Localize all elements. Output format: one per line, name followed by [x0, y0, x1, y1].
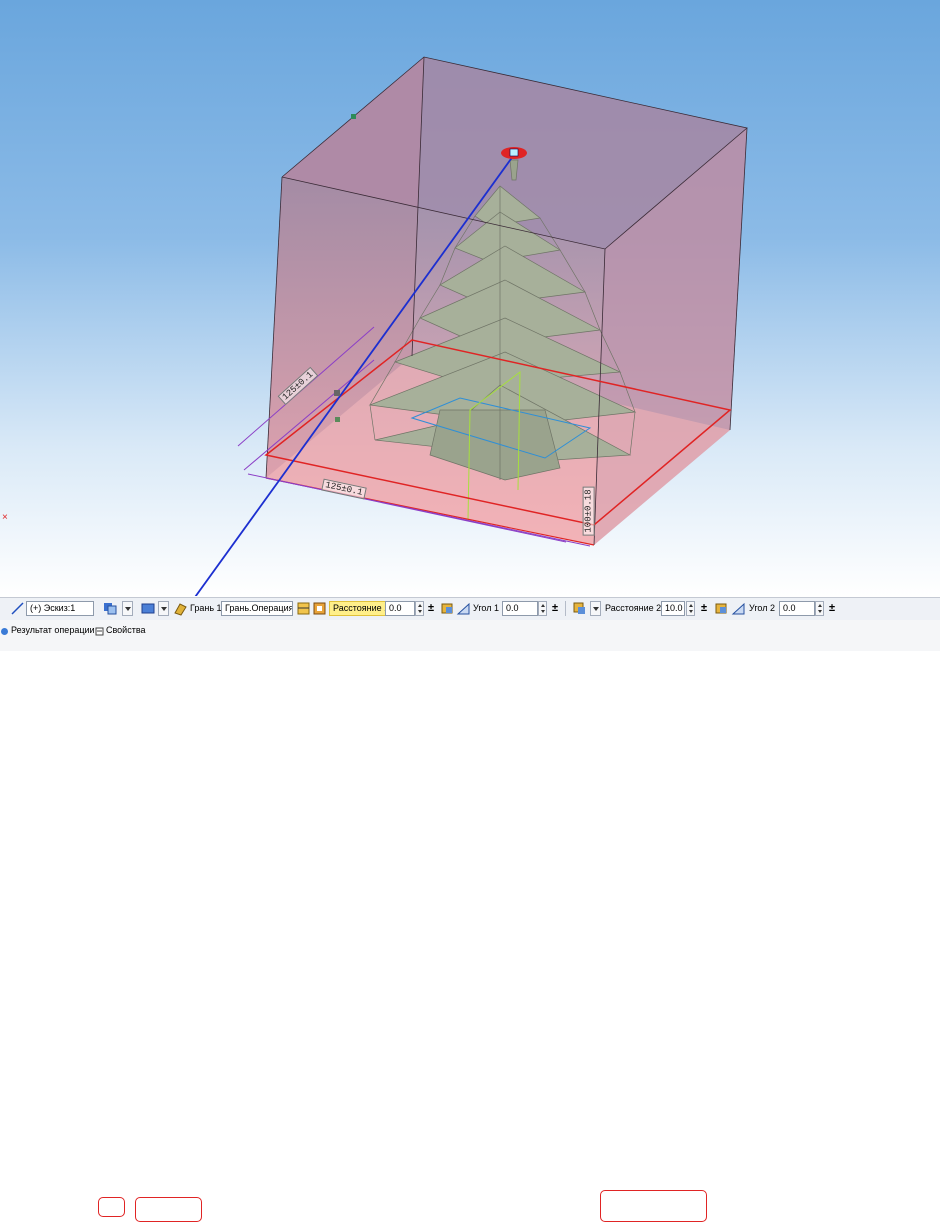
tab-properties[interactable]: Свойства [95, 623, 146, 637]
angle-icon[interactable] [456, 601, 471, 616]
angle2-tolerance-button[interactable]: ± [826, 601, 838, 616]
angle2-input[interactable]: 0.0 [779, 601, 815, 616]
distance2-label[interactable]: Расстояние 2 [605, 601, 661, 616]
plane-icon[interactable] [141, 601, 156, 616]
direction-icon-2[interactable] [440, 601, 455, 616]
distance2-spinner[interactable] [686, 601, 695, 616]
draft-icon[interactable] [296, 601, 311, 616]
operation-toolbar: (+) Эскиз:1 Грань 1 Грань.Операция в Рас… [0, 597, 940, 1222]
highlight-distance2 [600, 1190, 707, 1222]
distance2-input[interactable]: 10.0 [661, 601, 685, 616]
highlight-face [135, 1197, 202, 1222]
second-direction-icon[interactable] [572, 601, 587, 616]
dimension-handle[interactable] [334, 390, 340, 396]
sketch-field[interactable]: (+) Эскиз:1 [26, 601, 94, 616]
svg-text:×: × [2, 512, 8, 523]
panel-tabs: Результат операции Свойства [0, 620, 940, 651]
angle1-input[interactable]: 0.0 [502, 601, 538, 616]
face-select-icon[interactable] [173, 601, 188, 616]
distance2-tolerance-button[interactable]: ± [698, 601, 710, 616]
extrude-type-icon[interactable] [312, 601, 327, 616]
angle1-spinner[interactable] [538, 601, 547, 616]
distance1-tolerance-button[interactable]: ± [425, 601, 437, 616]
distance1-input[interactable]: 0.0 [385, 601, 415, 616]
line-direction-icon[interactable] [10, 601, 25, 616]
3d-viewport[interactable]: × 125±0.1 125±0.1 100±0.18 [0, 0, 940, 596]
distance1-label[interactable]: Расстояние 1 [329, 601, 394, 616]
angle2-label: Угол 2 [749, 603, 775, 613]
tab-result[interactable]: Результат операции [0, 623, 95, 637]
toolbar-separator [565, 601, 566, 616]
face1-label: Грань 1 [190, 603, 222, 613]
angle2-icon[interactable] [731, 601, 746, 616]
dimension-label-3[interactable]: 100±0.18 [582, 486, 595, 536]
angle1-label: Угол 1 [473, 603, 499, 613]
plane-dropdown[interactable] [158, 601, 169, 616]
model-scene[interactable]: × [0, 0, 940, 596]
face-field[interactable]: Грань.Операция в [221, 601, 293, 616]
result-icon [0, 626, 9, 635]
properties-icon [95, 626, 104, 635]
reverse-direction-icon[interactable] [103, 601, 118, 616]
direction-dropdown[interactable] [122, 601, 133, 616]
angle1-tolerance-button[interactable]: ± [549, 601, 561, 616]
distance1-spinner[interactable] [415, 601, 424, 616]
second-direction-dropdown[interactable] [590, 601, 601, 616]
highlight-reverse [98, 1197, 125, 1217]
box-corner-handle[interactable] [351, 114, 356, 119]
tab-result-label: Результат операции [11, 625, 95, 635]
angle2-spinner[interactable] [815, 601, 824, 616]
direction-icon-3[interactable] [714, 601, 729, 616]
dimension-handle-2[interactable] [335, 417, 340, 422]
tab-properties-label: Свойства [106, 625, 146, 635]
